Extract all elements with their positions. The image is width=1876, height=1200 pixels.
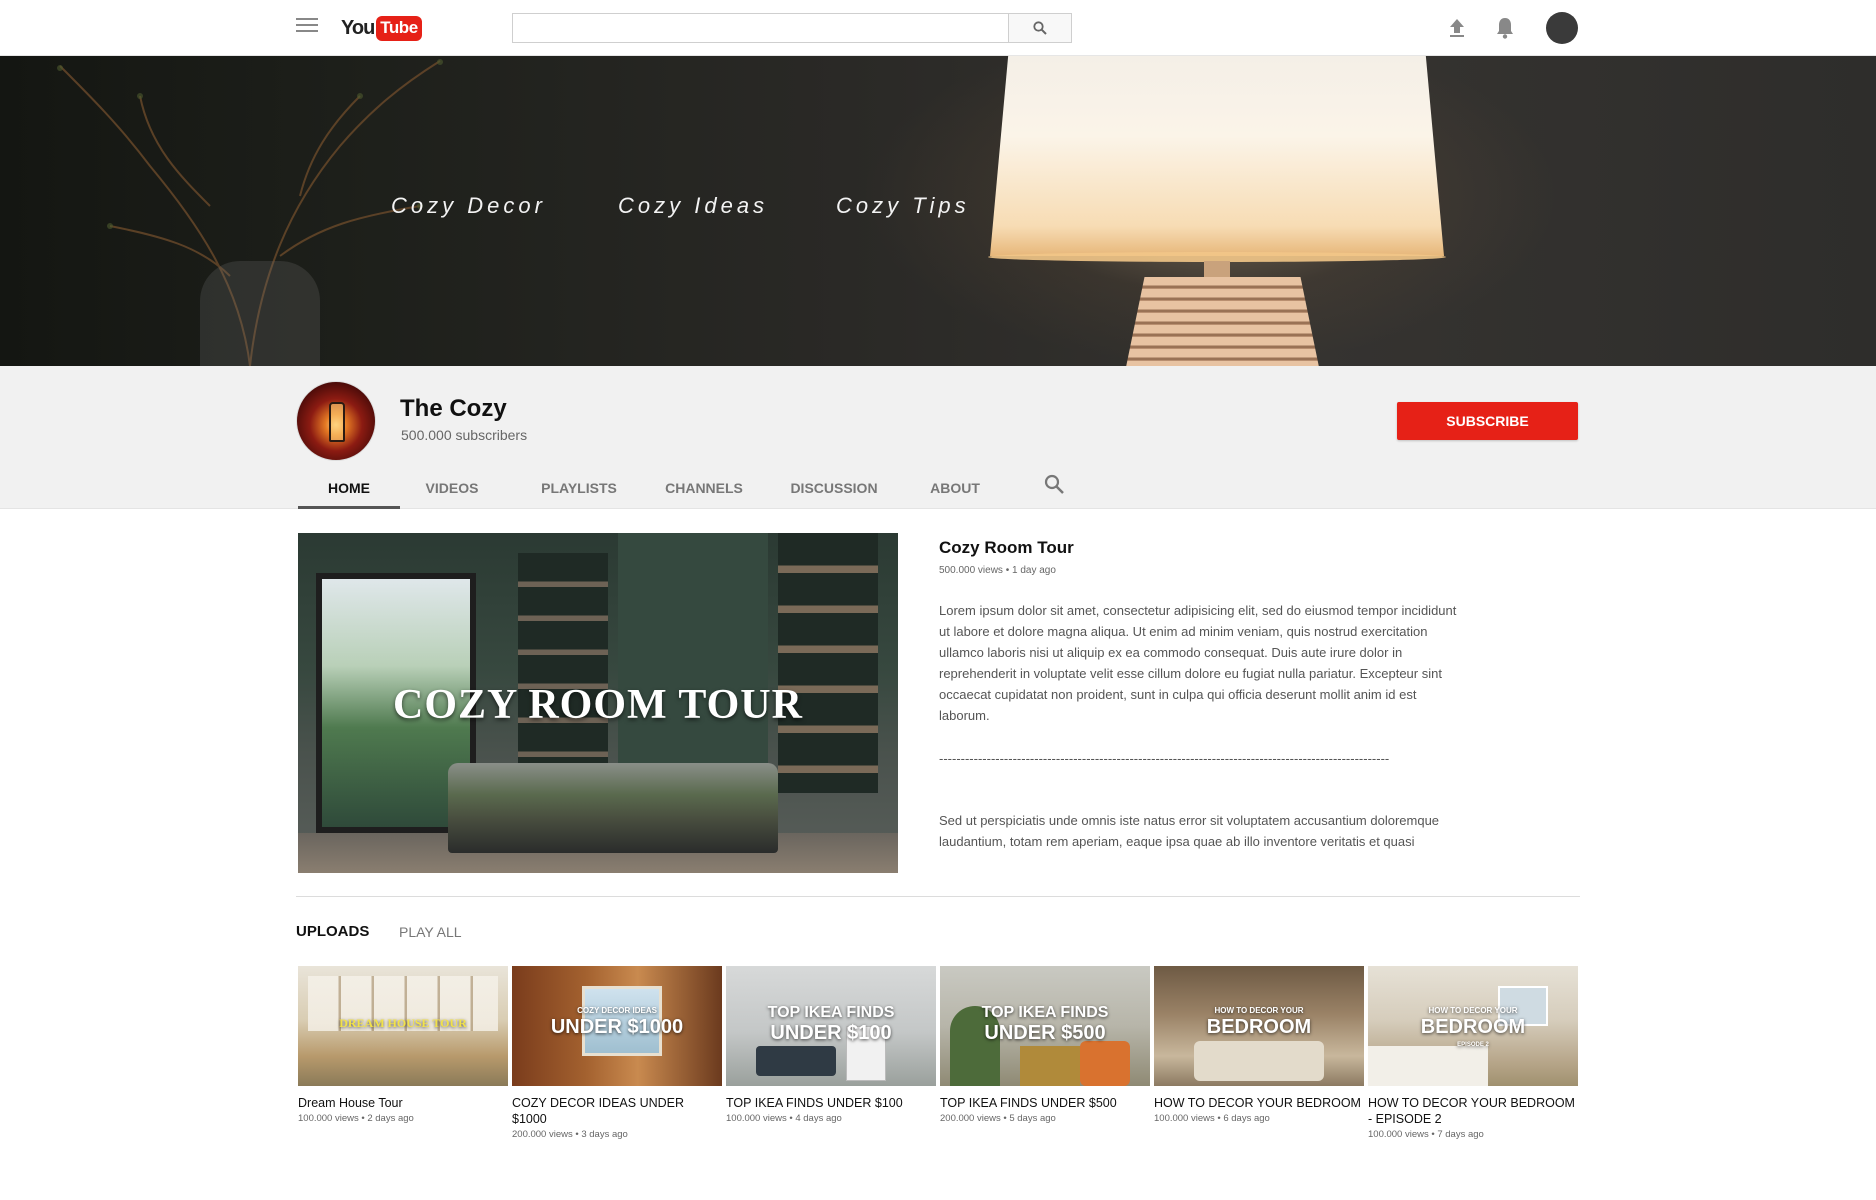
video-thumbnail[interactable]: COZY DECOR IDEAS UNDER $1000 — [512, 966, 722, 1086]
video-meta: 200.000 views • 5 days ago — [940, 1113, 1056, 1124]
channel-avatar[interactable] — [296, 381, 376, 461]
thumbnail-caption: UNDER $100 — [770, 1022, 892, 1044]
account-avatar[interactable] — [1546, 12, 1578, 44]
channel-banner: Cozy Decor Cozy Ideas Cozy Tips — [0, 56, 1876, 366]
search-input[interactable] — [512, 13, 1008, 43]
video-card[interactable]: HOW TO DECOR YOUR BEDROOM HOW TO DECOR Y… — [1154, 966, 1364, 1124]
subscriber-count: 500.000 subscribers — [401, 427, 528, 443]
search-button[interactable] — [1008, 13, 1072, 43]
thumbnail-caption-small: HOW TO DECOR YOUR — [1214, 1006, 1304, 1015]
featured-video-description: Lorem ipsum dolor sit amet, consectetur … — [939, 603, 1457, 723]
video-thumbnail[interactable]: TOP IKEA FINDS UNDER $100 — [726, 966, 936, 1086]
thumbnail-caption: UNDER $500 — [984, 1022, 1106, 1044]
featured-video-description-continued: Sed ut perspiciatis unde omnis iste natu… — [939, 813, 1440, 849]
video-card[interactable]: DREAM HOUSE TOUR Dream House Tour 100.00… — [298, 966, 508, 1124]
video-meta: 100.000 views • 2 days ago — [298, 1113, 414, 1124]
video-title[interactable]: HOW TO DECOR YOUR BEDROOM - EPISODE 2 — [1368, 1095, 1578, 1127]
channel-search-icon[interactable] — [1043, 473, 1065, 495]
video-thumbnail[interactable]: DREAM HOUSE TOUR — [298, 966, 508, 1086]
tab-about[interactable]: ABOUT — [925, 466, 985, 509]
thumbnail-caption: UNDER $1000 — [550, 1016, 684, 1038]
featured-video-title[interactable]: Cozy Room Tour — [939, 538, 1074, 558]
thumbnail-caption-small: HOW TO DECOR YOUR — [1428, 1006, 1518, 1015]
notifications-bell-icon[interactable] — [1494, 16, 1516, 40]
lamp-base-illustration — [1125, 277, 1320, 366]
search-bar — [512, 13, 1072, 43]
featured-video-meta: 500.000 views • 1 day ago — [939, 565, 1056, 576]
banner-link-cozy-tips[interactable]: Cozy Tips — [836, 193, 970, 219]
video-card[interactable]: HOW TO DECOR YOUR BEDROOM EPISODE 2 HOW … — [1368, 966, 1578, 1140]
tab-home[interactable]: HOME — [298, 466, 400, 509]
video-card[interactable]: COZY DECOR IDEAS UNDER $1000 COZY DECOR … — [512, 966, 722, 1140]
lampshade-illustration — [990, 56, 1444, 256]
search-icon — [1033, 21, 1047, 35]
video-meta: 100.000 views • 6 days ago — [1154, 1113, 1270, 1124]
banner-link-cozy-ideas[interactable]: Cozy Ideas — [618, 193, 768, 219]
video-thumbnail[interactable]: HOW TO DECOR YOUR BEDROOM — [1154, 966, 1364, 1086]
thumbnail-caption: DREAM HOUSE TOUR — [339, 1016, 467, 1030]
channel-name: The Cozy — [400, 395, 507, 422]
tab-videos[interactable]: VIDEOS — [422, 466, 482, 509]
video-card[interactable]: TOP IKEA FINDS UNDER $500 TOP IKEA FINDS… — [940, 966, 1150, 1124]
vase-illustration — [200, 261, 320, 366]
video-title[interactable]: HOW TO DECOR YOUR BEDROOM — [1154, 1095, 1364, 1111]
uploads-heading: UPLOADS — [296, 923, 370, 940]
thumbnail-caption-small: COZY DECOR IDEAS — [577, 1006, 657, 1015]
subscribe-button[interactable]: SUBSCRIBE — [1397, 402, 1578, 440]
video-title[interactable]: TOP IKEA FINDS UNDER $500 — [940, 1095, 1150, 1111]
video-card[interactable]: TOP IKEA FINDS UNDER $100 TOP IKEA FINDS… — [726, 966, 936, 1124]
video-thumbnail[interactable]: TOP IKEA FINDS UNDER $500 — [940, 966, 1150, 1086]
thumbnail-caption-small: TOP IKEA FINDS — [981, 1004, 1109, 1021]
thumbnail-caption-episode: EPISODE 2 — [1457, 1042, 1489, 1048]
banner-link-cozy-decor[interactable]: Cozy Decor — [391, 193, 546, 219]
tab-channels[interactable]: CHANNELS — [664, 466, 744, 509]
thumbnail-caption-small: TOP IKEA FINDS — [767, 1004, 895, 1021]
channel-header: The Cozy 500.000 subscribers SUBSCRIBE H… — [0, 366, 1876, 509]
hamburger-menu-icon[interactable] — [296, 18, 318, 38]
youtube-logo[interactable]: You Tube — [341, 15, 422, 41]
logo-tube-text: Tube — [376, 15, 422, 41]
featured-video-thumbnail[interactable]: COZY ROOM TOUR — [298, 533, 898, 873]
section-divider — [296, 896, 1580, 897]
tab-discussion[interactable]: DISCUSSION — [789, 466, 879, 509]
featured-description-separator: ----------------------------------------… — [939, 751, 1390, 766]
top-bar: You Tube — [0, 0, 1876, 56]
video-title[interactable]: Dream House Tour — [298, 1095, 508, 1111]
video-meta: 200.000 views • 3 days ago — [512, 1129, 628, 1140]
logo-you-text: You — [341, 16, 375, 39]
video-meta: 100.000 views • 7 days ago — [1368, 1129, 1484, 1140]
lantern-icon — [329, 402, 345, 442]
featured-thumbnail-text: COZY ROOM TOUR — [393, 682, 803, 728]
play-all-link[interactable]: PLAY ALL — [399, 924, 462, 940]
video-title[interactable]: COZY DECOR IDEAS UNDER $1000 — [512, 1095, 722, 1127]
thumbnail-caption: BEDROOM — [1420, 1016, 1526, 1038]
video-thumbnail[interactable]: HOW TO DECOR YOUR BEDROOM EPISODE 2 — [1368, 966, 1578, 1086]
thumbnail-caption: BEDROOM — [1206, 1016, 1312, 1038]
tab-playlists[interactable]: PLAYLISTS — [534, 466, 624, 509]
upload-icon[interactable] — [1447, 17, 1467, 39]
video-title[interactable]: TOP IKEA FINDS UNDER $100 — [726, 1095, 936, 1111]
video-meta: 100.000 views • 4 days ago — [726, 1113, 842, 1124]
